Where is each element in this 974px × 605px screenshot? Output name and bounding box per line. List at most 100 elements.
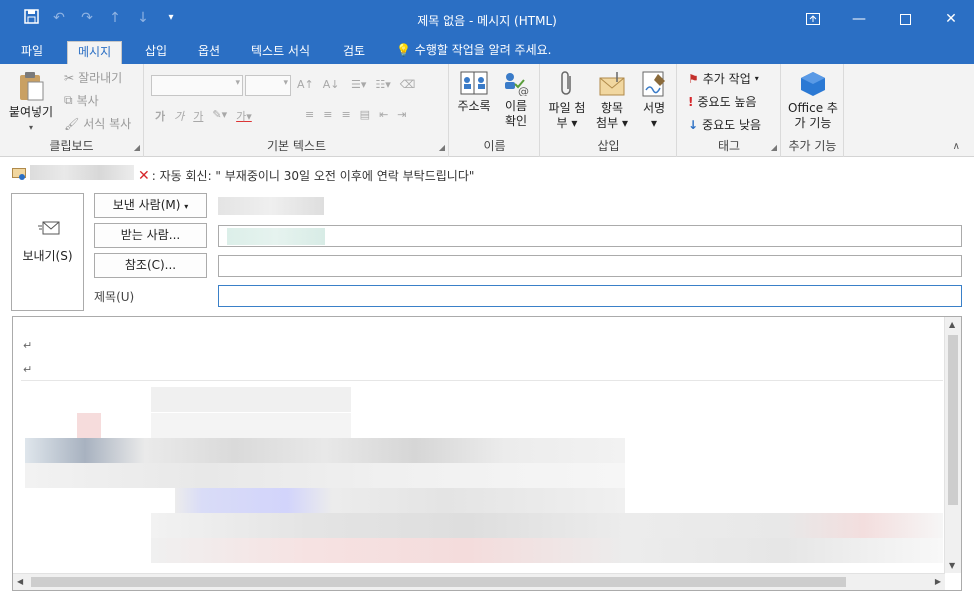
redacted-content xyxy=(175,488,625,513)
address-book-label: 주소록 xyxy=(457,99,491,113)
names-group-label: 이름 xyxy=(483,139,506,153)
envelope-attach-icon xyxy=(599,72,625,96)
tab-format-text[interactable]: 텍스트 서식 xyxy=(241,41,320,64)
message-body[interactable]: ↵ ↵ ▲ ▼ ◀ ▶ xyxy=(12,316,962,591)
addins-group: Office 추 가 기능 추가 기능 xyxy=(782,64,844,157)
ribbon: 붙여넣기 ▾ ✂잘라내기 ⧉복사 🖌서식 복사 클립보드 ◢ A↑ A↓ ☰▾ … xyxy=(0,64,974,157)
check-names-label-1: 이름 xyxy=(504,99,528,113)
justify-icon[interactable]: ▤ xyxy=(360,108,370,121)
office-addins-label-2: 가 기능 xyxy=(794,116,832,130)
alignment-controls: ≡ ≡ ≡ ▤ ⇤ ⇥ xyxy=(305,108,407,121)
horizontal-scroll-thumb[interactable] xyxy=(31,577,846,587)
redacted-content xyxy=(25,463,625,488)
tell-me-box[interactable]: 💡 수행할 작업을 알려 주세요. xyxy=(396,41,551,58)
font-name-combo[interactable] xyxy=(151,75,243,96)
paste-button[interactable]: 붙여넣기 ▾ xyxy=(6,70,56,135)
copy-button[interactable]: ⧉ 복사 xyxy=(64,92,99,109)
maximize-icon[interactable] xyxy=(882,0,928,38)
dialog-launcher-icon[interactable]: ◢ xyxy=(439,143,445,152)
subject-field[interactable] xyxy=(218,285,962,307)
include-group: 파일 첨 부 ▾ 항목 첨부 ▾ 서명 ▾ 삽입 xyxy=(541,64,677,157)
office-addins-button[interactable]: Office 추 가 기능 xyxy=(784,70,842,131)
highlight-icon[interactable]: ✎▾ xyxy=(212,108,227,124)
clear-format-icon[interactable]: ⌫ xyxy=(400,78,416,91)
scroll-down-icon[interactable]: ▼ xyxy=(949,561,955,570)
tab-options[interactable]: 옵션 xyxy=(188,41,230,64)
high-importance-button[interactable]: ! 중요도 높음 xyxy=(688,93,757,110)
paintbrush-icon: 🖌 xyxy=(64,116,80,131)
tab-message[interactable]: 메시지 xyxy=(67,41,123,64)
vertical-scroll-thumb[interactable] xyxy=(948,335,958,505)
subject-label: 제목(U) xyxy=(94,290,135,304)
cut-button[interactable]: ✂ 잘라내기 xyxy=(64,69,122,86)
increase-indent-icon[interactable]: ⇥ xyxy=(397,108,406,121)
signature-button[interactable]: 서명 ▾ xyxy=(635,70,673,131)
attach-item-label-2: 첨부 xyxy=(596,116,619,130)
vertical-scrollbar[interactable]: ▲ ▼ xyxy=(944,317,961,573)
shrink-font-icon[interactable]: A↓ xyxy=(323,78,340,91)
address-book-icon xyxy=(460,71,488,95)
tab-review[interactable]: 검토 xyxy=(333,41,375,64)
clipboard-icon xyxy=(20,72,44,101)
clipboard-group: 붙여넣기 ▾ ✂ 잘라내기 ⧉ 복사 🖌 서식 복사 클립보드 ◢ xyxy=(0,64,144,157)
align-left-icon[interactable]: ≡ xyxy=(305,108,314,121)
italic-icon[interactable]: 가 xyxy=(174,108,184,124)
dialog-launcher-icon[interactable]: ◢ xyxy=(134,143,140,152)
scroll-right-icon[interactable]: ▶ xyxy=(935,577,941,586)
font-size-controls: A↑ A↓ xyxy=(297,78,340,91)
title-bar: ↶ ↷ ↑ ↓ ▾ 제목 없음 - 메시지 (HTML) — ✕ xyxy=(0,0,974,38)
from-button[interactable]: 보낸 사람(M) ▾ xyxy=(94,193,207,218)
office-addins-label-1: Office 추 xyxy=(788,101,838,115)
lightbulb-icon: 💡 xyxy=(396,43,411,57)
address-book-button[interactable]: 주소록 xyxy=(454,70,494,114)
redacted-sender xyxy=(30,165,134,180)
bold-icon[interactable]: 가 xyxy=(155,108,165,124)
to-field[interactable] xyxy=(218,225,962,247)
align-right-icon[interactable]: ≡ xyxy=(341,108,350,121)
grow-font-icon[interactable]: A↑ xyxy=(297,78,314,91)
flag-icon: ⚑ xyxy=(688,71,699,86)
attach-file-button[interactable]: 파일 첨 부 ▾ xyxy=(544,70,590,131)
check-names-button[interactable]: @ 이름 확인 xyxy=(496,70,536,129)
underline-icon[interactable]: 가 xyxy=(193,108,203,124)
follow-up-button[interactable]: ⚑ 추가 작업 ▾ xyxy=(688,70,759,87)
paste-label: 붙여넣기 xyxy=(8,105,54,119)
font-size-combo[interactable] xyxy=(245,75,291,96)
to-button[interactable]: 받는 사람... xyxy=(94,223,207,248)
minimize-icon[interactable]: — xyxy=(836,0,882,38)
scroll-left-icon[interactable]: ◀ xyxy=(17,577,23,586)
addins-group-label: 추가 기능 xyxy=(788,139,837,153)
low-importance-button[interactable]: ↓ 중요도 낮음 xyxy=(688,116,761,133)
ribbon-display-options-icon[interactable] xyxy=(790,0,836,38)
close-icon[interactable]: ✕ xyxy=(928,0,974,38)
tell-me-text: 수행할 작업을 알려 주세요. xyxy=(414,43,552,57)
align-center-icon[interactable]: ≡ xyxy=(323,108,332,121)
attach-item-button[interactable]: 항목 첨부 ▾ xyxy=(591,70,633,131)
names-group: 주소록 @ 이름 확인 이름 xyxy=(450,64,540,157)
tab-file[interactable]: 파일 xyxy=(11,41,53,64)
redacted-content xyxy=(151,538,943,563)
dialog-launcher-icon[interactable]: ◢ xyxy=(771,143,777,152)
cc-field[interactable] xyxy=(218,255,962,277)
paragraph-mark-icon: ↵ xyxy=(23,339,33,352)
collapse-ribbon-icon[interactable]: ∧ xyxy=(953,141,960,152)
bullets-icon[interactable]: ☰▾ xyxy=(351,78,366,91)
attach-item-label-1: 항목 xyxy=(600,101,624,115)
cc-button[interactable]: 참조(C)... xyxy=(94,253,207,278)
horizontal-scrollbar[interactable]: ◀ ▶ xyxy=(13,573,945,590)
decrease-indent-icon[interactable]: ⇤ xyxy=(379,108,388,121)
tab-insert[interactable]: 삽입 xyxy=(135,41,177,64)
down-arrow-icon: ↓ xyxy=(688,117,699,132)
send-button[interactable]: 보내기(S) xyxy=(11,193,84,311)
scroll-up-icon[interactable]: ▲ xyxy=(949,320,955,329)
format-painter-button[interactable]: 🖌 서식 복사 xyxy=(64,115,131,132)
numbering-icon[interactable]: ☷▾ xyxy=(375,78,390,91)
include-group-label: 삽입 xyxy=(597,139,620,153)
redacted-content xyxy=(151,513,943,538)
redacted-content xyxy=(25,438,625,463)
font-color-icon[interactable]: 가▾ xyxy=(236,108,252,124)
exclamation-icon: ! xyxy=(688,94,694,109)
tags-group: ⚑ 추가 작업 ▾ ! 중요도 높음 ↓ 중요도 낮음 태그 ◢ xyxy=(678,64,781,157)
mail-info-icon xyxy=(12,168,26,180)
send-envelope-icon xyxy=(38,221,60,235)
